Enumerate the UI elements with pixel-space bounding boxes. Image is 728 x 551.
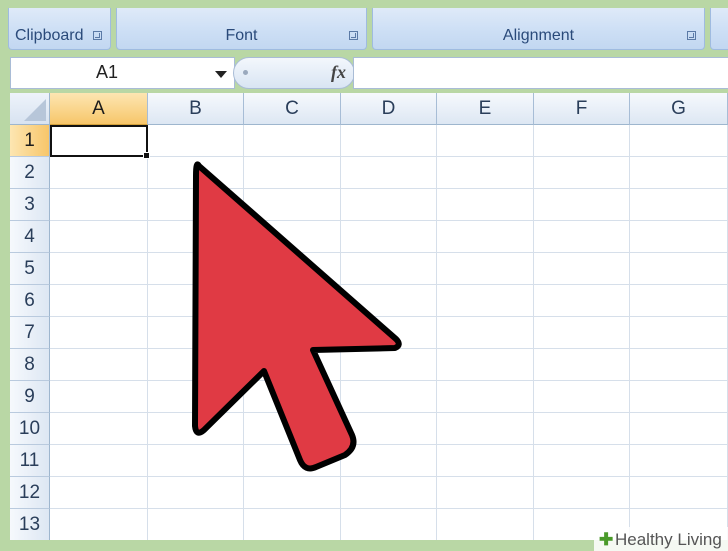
arrow-pointer-icon xyxy=(192,161,402,472)
watermark: ✚ Healthy Living xyxy=(594,527,728,551)
arrow-pointer-shape xyxy=(192,161,402,472)
healthy-living-logo-icon: ✚ xyxy=(599,530,614,549)
watermark-text: Healthy Living xyxy=(615,530,722,549)
